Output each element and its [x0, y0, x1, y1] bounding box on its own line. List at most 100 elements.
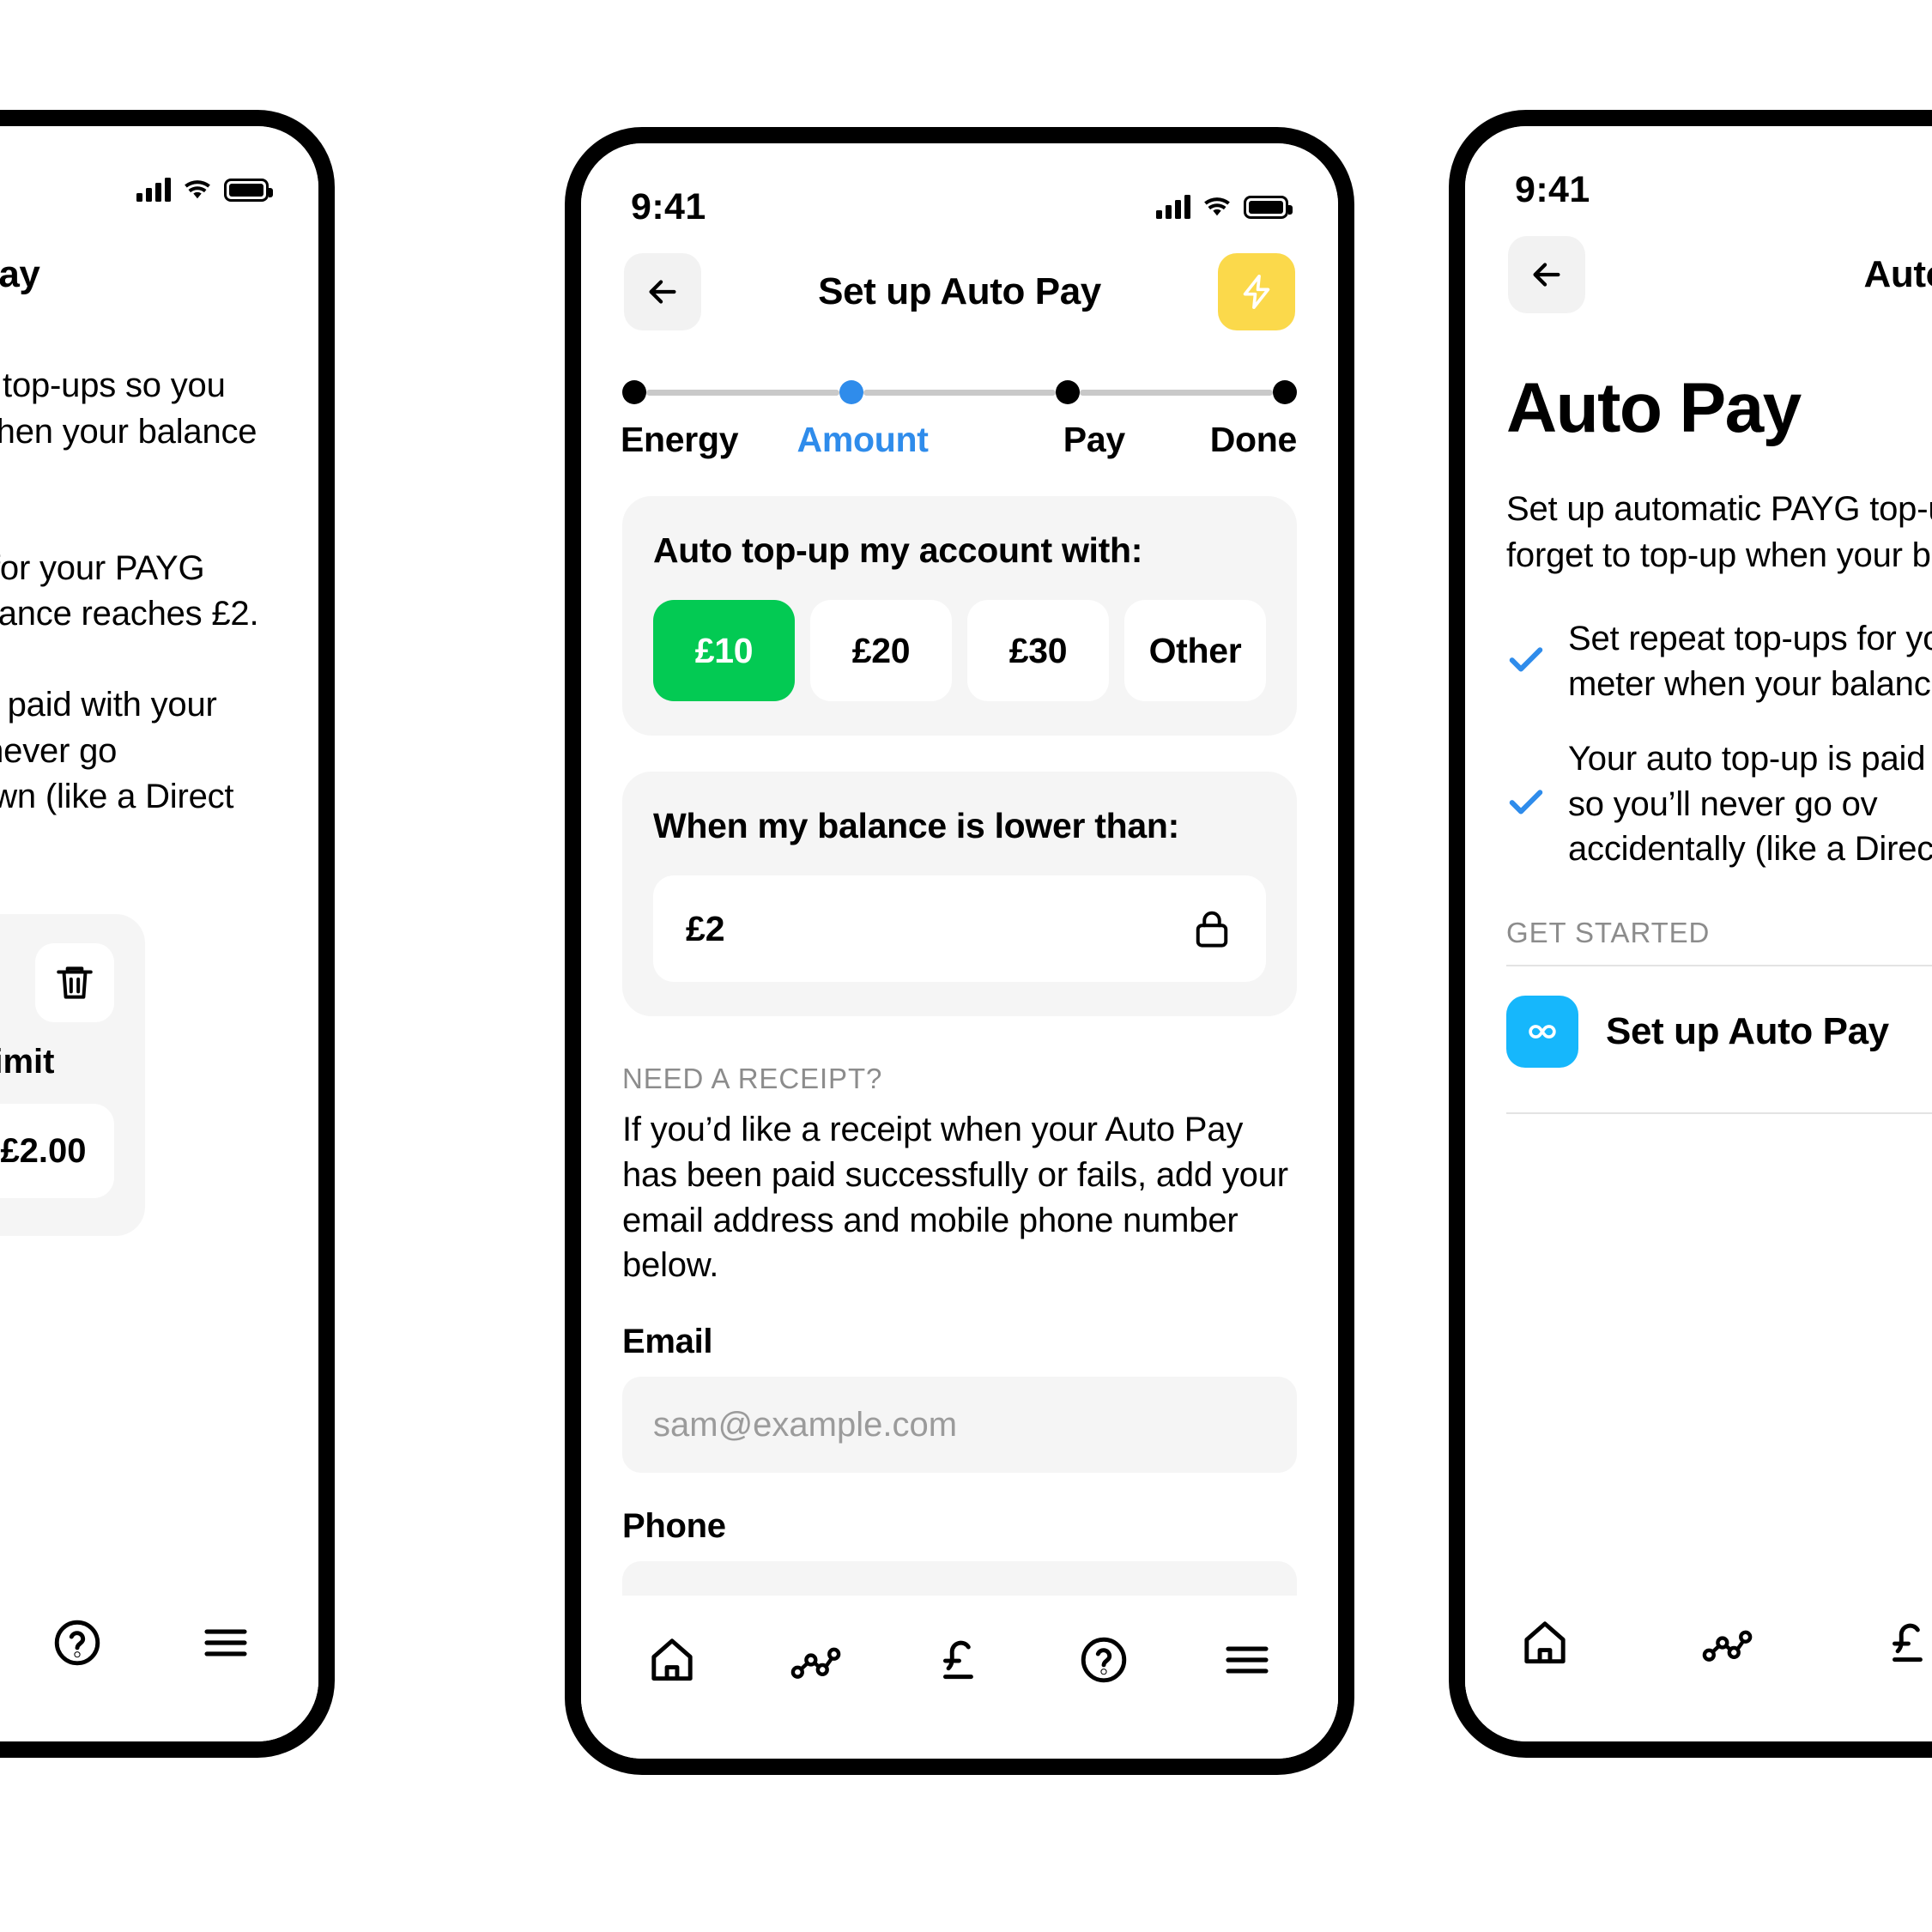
signal-bars-icon [1156, 195, 1190, 219]
receipt-eyebrow: NEED A RECEIPT? [622, 1063, 883, 1094]
setup-auto-pay-row[interactable]: Set up Auto Pay [1465, 966, 1932, 1097]
balance-threshold-value: £2 [686, 908, 725, 948]
tab-topup[interactable] [933, 1633, 986, 1687]
arrow-left-icon [1533, 263, 1560, 287]
balance-threshold-title: When my balance is lower than: [653, 806, 1179, 845]
balance-threshold-field[interactable]: £2 [653, 875, 1266, 982]
wifi-icon [185, 180, 210, 199]
screen-right: 9:41 Auto Pay Auto Pay Set up automatic … [1465, 126, 1932, 1741]
step-dot-amount[interactable] [839, 380, 863, 404]
receipt-section: NEED A RECEIPT? If you’d like a receipt … [581, 1063, 1338, 1658]
step-label-amount: Amount [796, 420, 929, 459]
lightning-icon [1243, 274, 1270, 310]
help-icon [1081, 1637, 1126, 1683]
phone-mockup-right: 9:41 Auto Pay Auto Pay Set up automatic … [1449, 110, 1932, 1758]
status-bar-center: 9:41 [581, 143, 1338, 233]
stepper-track [622, 380, 1298, 404]
tab-bar-left [0, 1578, 318, 1741]
screenshot-canvas: Auto Pay c PAYG top-ups so you never whe… [0, 0, 1932, 1932]
phone-mockup-left: Auto Pay c PAYG top-ups so you never whe… [0, 110, 335, 1758]
tab-bar-right [1465, 1578, 1932, 1741]
screen-left: Auto Pay c PAYG top-ups so you never whe… [0, 126, 318, 1741]
credit-limit-value[interactable]: £2.00 [0, 1104, 114, 1199]
benefits-list: Set repeat top-ups for yo meter when you… [1465, 616, 1932, 872]
back-button[interactable] [1508, 236, 1585, 313]
left-paragraph-2: op-ups for your PAYG your balance reache… [0, 548, 259, 633]
status-bar-right: 9:41 [1465, 126, 1932, 215]
infinity-icon [1506, 996, 1578, 1069]
nav-bar-center: Set up Auto Pay [581, 233, 1338, 336]
setup-auto-pay-label: Set up Auto Pay [1606, 1010, 1889, 1053]
step-dot-energy[interactable] [622, 380, 646, 404]
stepper-labels: Energy Amount Pay Done [621, 420, 1298, 460]
tab-home[interactable] [1518, 1616, 1572, 1669]
step-dot-pay[interactable] [1056, 380, 1081, 404]
status-bar-left [0, 126, 318, 215]
lock-icon [1196, 911, 1228, 948]
tab-usage[interactable] [1700, 1616, 1753, 1669]
receipt-body: If you’d like a receipt when your Auto P… [622, 1111, 1288, 1285]
page-title: Auto Pay [1863, 253, 1932, 295]
tab-bar-center [581, 1596, 1338, 1759]
tab-help[interactable] [1077, 1633, 1130, 1687]
step-dot-done[interactable] [1273, 380, 1298, 404]
delete-button[interactable] [35, 943, 114, 1023]
amount-option-30[interactable]: £30 [967, 600, 1109, 701]
usage-chart-icon [791, 1647, 841, 1679]
page-title: Auto Pay [0, 253, 40, 295]
menu-icon [1226, 1646, 1269, 1674]
menu-icon [204, 1629, 247, 1656]
nav-spacer [198, 236, 276, 313]
credit-limit-card: Credit limit £2.00 [0, 914, 145, 1237]
topup-amount-title: Auto top-up my account with: [653, 530, 1143, 570]
left-paragraph-1: c PAYG top-ups so you never when your ba… [0, 366, 257, 451]
email-input[interactable] [622, 1377, 1297, 1474]
check-icon [1506, 782, 1546, 826]
help-icon [54, 1620, 100, 1666]
pound-icon [1893, 1623, 1923, 1662]
list-item: Your auto top-up is paid card, so you’ll… [1506, 736, 1932, 872]
page-title: Set up Auto Pay [818, 270, 1101, 312]
check-icon [1506, 639, 1546, 683]
status-icons [136, 178, 273, 202]
tab-help[interactable] [51, 1616, 104, 1669]
page-heading: Auto Pay [1506, 369, 1802, 447]
step-line-2 [863, 389, 1057, 396]
benefit-text: Your auto top-up is paid card, so you’ll… [1568, 739, 1932, 869]
topup-amount-card: Auto top-up my account with: £10 £20 £30… [622, 496, 1297, 736]
tab-menu[interactable] [199, 1616, 252, 1669]
credit-limit-label: Credit limit [0, 1043, 55, 1081]
quick-action-button[interactable] [1218, 253, 1295, 330]
home-icon [1524, 1621, 1566, 1664]
get-started-eyebrow: GET STARTED [1506, 917, 1711, 949]
step-label-pay: Pay [1063, 420, 1125, 459]
step-label-done: Done [1209, 420, 1298, 459]
tab-usage[interactable] [789, 1633, 842, 1687]
balance-threshold-card: When my balance is lower than: £2 [622, 772, 1297, 1016]
status-time: 9:41 [631, 185, 706, 227]
status-icons [1156, 195, 1293, 219]
wifi-icon [1204, 197, 1230, 216]
amount-option-20[interactable]: £20 [810, 600, 952, 701]
tab-home[interactable] [645, 1633, 699, 1687]
status-time: 9:41 [1515, 168, 1590, 210]
amount-option-10[interactable]: £10 [653, 600, 795, 701]
home-icon [651, 1638, 693, 1681]
amount-option-other[interactable]: Other [1124, 600, 1266, 701]
battery-icon [224, 178, 273, 202]
benefit-text: Set repeat top-ups for yo meter when you… [1568, 620, 1932, 703]
signal-bars-icon [136, 178, 171, 202]
arrow-left-icon [649, 280, 676, 304]
list-item: Set repeat top-ups for yo meter when you… [1506, 616, 1932, 707]
pound-icon [942, 1640, 973, 1680]
screen-center: 9:41 Set up Auto Pay Energy Amount Pay D… [581, 143, 1338, 1759]
divider-bottom [1506, 1112, 1932, 1115]
left-paragraph-3: op-up is paid with your bank ll never go… [0, 685, 234, 816]
tab-topup[interactable] [1882, 1616, 1932, 1669]
usage-chart-icon [1702, 1630, 1753, 1662]
step-line-3 [1080, 389, 1274, 396]
back-button[interactable] [624, 253, 701, 330]
phone-mockup-center: 9:41 Set up Auto Pay Energy Amount Pay D… [565, 127, 1354, 1775]
tab-menu[interactable] [1220, 1633, 1274, 1687]
step-label-energy: Energy [621, 420, 739, 459]
